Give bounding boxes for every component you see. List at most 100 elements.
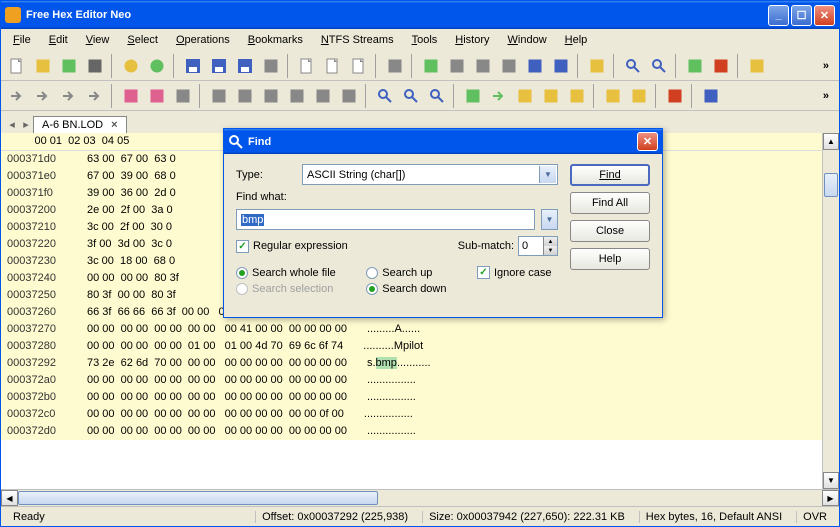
disk2-button[interactable] <box>145 54 169 78</box>
puzzle-button[interactable] <box>709 54 733 78</box>
scroll-right-icon[interactable]: ▶ <box>822 490 839 506</box>
misc2-button[interactable] <box>745 54 769 78</box>
tab-scroll-left[interactable]: ◂ <box>5 115 19 133</box>
chip-button[interactable] <box>83 54 107 78</box>
menu-history[interactable]: History <box>447 32 497 48</box>
tab-close-icon[interactable]: × <box>111 119 117 131</box>
mark1-button[interactable] <box>461 84 485 108</box>
toolbar-overflow[interactable]: » <box>817 60 835 72</box>
num-button[interactable] <box>663 84 687 108</box>
box3-button[interactable] <box>471 54 495 78</box>
box2-button[interactable] <box>445 54 469 78</box>
hex-row[interactable]: 0003728000 00 00 00 00 00 01 00 01 00 4d… <box>1 338 822 355</box>
hex-row[interactable]: 000372a000 00 00 00 00 00 00 00 00 00 00… <box>1 372 822 389</box>
m4-button[interactable] <box>285 84 309 108</box>
findwhat-input[interactable]: bmp <box>236 209 535 230</box>
save-button[interactable] <box>181 54 205 78</box>
doc-del-button[interactable] <box>321 54 345 78</box>
m1-button[interactable] <box>119 84 143 108</box>
type-combo[interactable]: ASCII String (char[]) ▼ <box>302 164 558 185</box>
save3-button[interactable] <box>233 54 257 78</box>
scroll-thumb[interactable] <box>824 173 838 197</box>
redo-button[interactable] <box>31 84 55 108</box>
menu-window[interactable]: Window <box>500 32 555 48</box>
find2-button[interactable] <box>399 84 423 108</box>
toolbar-overflow[interactable]: » <box>817 90 835 102</box>
doc-add-button[interactable] <box>295 54 319 78</box>
print-button[interactable] <box>259 54 283 78</box>
search-up-radio[interactable]: Search up <box>366 266 453 279</box>
fwd-button[interactable] <box>83 84 107 108</box>
findwhat-dropdown-icon[interactable]: ▼ <box>541 209 558 230</box>
hex-row[interactable]: 000372c000 00 00 00 00 00 00 00 00 00 00… <box>1 406 822 423</box>
document-tab[interactable]: A-6 BN.LOD × <box>33 116 127 133</box>
hex-row[interactable]: 0003727000 00 00 00 00 00 00 00 00 41 00… <box>1 321 822 338</box>
chevron-down-icon[interactable]: ▼ <box>539 166 556 183</box>
lock-button[interactable] <box>601 84 625 108</box>
misc1-button[interactable] <box>683 54 707 78</box>
spin-down-icon[interactable]: ▼ <box>543 246 557 255</box>
grid-button[interactable] <box>585 54 609 78</box>
scroll-up-icon[interactable]: ▲ <box>823 133 839 150</box>
scroll-left-icon[interactable]: ◀ <box>1 490 18 506</box>
hscroll-thumb[interactable] <box>18 491 378 505</box>
undo-button[interactable] <box>5 84 29 108</box>
box1-button[interactable] <box>419 54 443 78</box>
regex-checkbox[interactable]: ✓ Regular expression <box>236 240 348 253</box>
menu-file[interactable]: File <box>5 32 39 48</box>
m6-button[interactable] <box>337 84 361 108</box>
minimize-button[interactable]: _ <box>768 5 789 26</box>
find-button[interactable] <box>373 84 397 108</box>
zoom2-button[interactable] <box>647 54 671 78</box>
close-button[interactable]: Close <box>570 220 650 242</box>
menu-help[interactable]: Help <box>557 32 596 48</box>
pen-button[interactable] <box>699 84 723 108</box>
horizontal-scrollbar[interactable]: ◀ ▶ <box>1 489 839 506</box>
spin-up-icon[interactable]: ▲ <box>543 237 557 246</box>
menu-tools[interactable]: Tools <box>404 32 446 48</box>
new-file-button[interactable] <box>5 54 29 78</box>
menu-edit[interactable]: Edit <box>41 32 76 48</box>
submatch-spinner[interactable]: 0 ▲▼ <box>518 236 558 256</box>
zoom1-button[interactable] <box>621 54 645 78</box>
le-button[interactable] <box>523 54 547 78</box>
maximize-button[interactable]: ☐ <box>791 5 812 26</box>
tab-scroll-right[interactable]: ▸ <box>19 115 33 133</box>
find-all-button[interactable]: Find All <box>570 192 650 214</box>
mark5-button[interactable] <box>565 84 589 108</box>
menu-operations[interactable]: Operations <box>168 32 238 48</box>
menu-bookmarks[interactable]: Bookmarks <box>240 32 311 48</box>
find3-button[interactable] <box>425 84 449 108</box>
search-down-radio[interactable]: Search down <box>366 283 453 295</box>
link-button[interactable] <box>383 54 407 78</box>
scroll-down-icon[interactable]: ▼ <box>823 472 839 489</box>
dialog-titlebar[interactable]: Find ✕ <box>224 129 662 154</box>
vertical-scrollbar[interactable]: ▲ ▼ <box>822 133 839 489</box>
unlock-button[interactable] <box>627 84 651 108</box>
doc-copy-button[interactable] <box>347 54 371 78</box>
help-button[interactable]: Help <box>570 248 650 270</box>
paste-button[interactable] <box>259 84 283 108</box>
open-folder-button[interactable] <box>31 54 55 78</box>
settings-button[interactable] <box>57 54 81 78</box>
mark4-button[interactable] <box>539 84 563 108</box>
ignore-case-checkbox[interactable]: ✓Ignore case <box>477 266 558 279</box>
save2-button[interactable] <box>207 54 231 78</box>
be-button[interactable] <box>549 54 573 78</box>
box4-button[interactable] <box>497 54 521 78</box>
hex-row[interactable]: 000372d000 00 00 00 00 00 00 00 00 00 00… <box>1 423 822 440</box>
m3-button[interactable] <box>171 84 195 108</box>
copy-button[interactable] <box>233 84 257 108</box>
menu-view[interactable]: View <box>78 32 118 48</box>
disk1-button[interactable] <box>119 54 143 78</box>
search-wholefile-radio[interactable]: Search whole file <box>236 266 342 279</box>
mark3-button[interactable] <box>513 84 537 108</box>
menu-ntfs-streams[interactable]: NTFS Streams <box>313 32 402 48</box>
m5-button[interactable] <box>311 84 335 108</box>
hex-row[interactable]: 000372b000 00 00 00 00 00 00 00 00 00 00… <box>1 389 822 406</box>
mark2-button[interactable] <box>487 84 511 108</box>
menu-select[interactable]: Select <box>119 32 166 48</box>
cut-button[interactable] <box>207 84 231 108</box>
titlebar[interactable]: Free Hex Editor Neo _ ☐ ✕ <box>1 1 839 29</box>
m2-button[interactable] <box>145 84 169 108</box>
